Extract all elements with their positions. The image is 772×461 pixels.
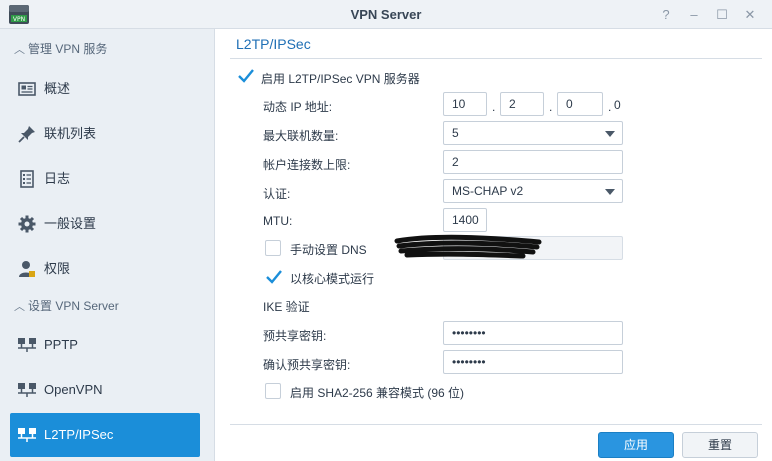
maximize-icon[interactable]: ☐ — [712, 5, 732, 25]
sidebar: ︿ 管理 VPN 服务 概述 联机列表 日志 一般设置 权限 ︿ 设置 VPN Se… — [0, 29, 215, 461]
close-icon[interactable]: ✕ — [740, 5, 760, 25]
minimize-icon[interactable]: – — [684, 5, 704, 25]
psk-confirm-label: 确认预共享密钥: — [263, 358, 351, 372]
sidebar-item-connection-list[interactable]: 联机列表 — [10, 112, 200, 156]
kernel-mode-checkbox[interactable] — [265, 268, 283, 286]
log-icon — [20, 170, 34, 188]
pin-icon — [18, 126, 35, 143]
enable-l2tp-checkbox[interactable] — [237, 67, 255, 85]
ip-separator: . — [549, 100, 553, 114]
section-setup-vpn-server[interactable]: ︿ 设置 VPN Server — [0, 288, 214, 324]
ip-octet-3-input[interactable]: 0 — [557, 92, 603, 116]
psk-label: 预共享密钥: — [263, 329, 327, 343]
manual-dns-checkbox[interactable] — [265, 240, 281, 256]
max-connections-label: 最大联机数量: — [263, 129, 339, 143]
chevron-down-icon — [605, 189, 615, 195]
sha2-compat-label: 启用 SHA2-256 兼容模式 (96 位) — [290, 386, 465, 400]
manual-dns-label: 手动设置 DNS — [290, 243, 367, 257]
gear-icon — [18, 215, 36, 233]
auth-label: 认证: — [263, 187, 291, 201]
enable-l2tp-label: 启用 L2TP/IPSec VPN 服务器 — [261, 72, 420, 86]
ip-separator: . — [608, 100, 612, 114]
auth-select[interactable]: MS-CHAP v2 — [443, 179, 623, 203]
collapse-caret-icon: ︿ — [14, 301, 25, 313]
user-icon — [19, 261, 35, 277]
overview-icon — [18, 82, 36, 96]
footer-divider — [230, 424, 762, 425]
sidebar-item-l2tp-ipsec[interactable]: L2TP/IPSec — [10, 413, 200, 457]
redacted-scribble — [394, 234, 542, 259]
ip-separator: . — [492, 100, 496, 114]
apply-button[interactable]: 应用 — [598, 432, 674, 458]
title-divider — [230, 58, 762, 59]
title-bar: VPN VPN Server ? – ☐ ✕ — [0, 0, 772, 29]
sidebar-item-general-settings[interactable]: 一般设置 — [10, 202, 200, 246]
ike-auth-heading: IKE 验证 — [263, 300, 310, 314]
psk-input[interactable]: •••••••• — [443, 321, 623, 345]
page-title: L2TP/IPSec — [236, 36, 311, 52]
psk-confirm-input[interactable]: •••••••• — [443, 350, 623, 374]
sidebar-item-log[interactable]: 日志 — [10, 157, 200, 201]
sidebar-item-openvpn[interactable]: OpenVPN — [10, 368, 200, 412]
account-limit-input[interactable]: 2 — [443, 150, 623, 174]
sidebar-item-pptp[interactable]: PPTP — [10, 323, 200, 367]
collapse-caret-icon: ︿ — [14, 44, 25, 56]
dynamic-ip-label: 动态 IP 地址: — [263, 100, 333, 114]
section-manage-vpn[interactable]: ︿ 管理 VPN 服务 — [0, 31, 214, 67]
network-icon — [18, 428, 36, 442]
chevron-down-icon — [605, 131, 615, 137]
help-icon[interactable]: ? — [656, 5, 676, 25]
network-icon — [18, 338, 36, 352]
max-connections-select[interactable]: 5 — [443, 121, 623, 145]
mtu-input[interactable]: 1400 — [443, 208, 487, 232]
sha2-compat-checkbox[interactable] — [265, 383, 281, 399]
mtu-label: MTU: — [263, 214, 293, 228]
sidebar-item-overview[interactable]: 概述 — [10, 67, 200, 111]
ip-octet-4-value: 0 — [614, 98, 621, 112]
ip-octet-2-input[interactable]: 2 — [500, 92, 544, 116]
ip-octet-1-input[interactable]: 10 — [443, 92, 487, 116]
kernel-mode-label: 以核心模式运行 — [290, 272, 375, 286]
account-limit-label: 帐户连接数上限: — [263, 158, 351, 172]
sidebar-item-permissions[interactable]: 权限 — [10, 247, 200, 291]
network-icon — [18, 383, 36, 397]
reset-button[interactable]: 重置 — [682, 432, 758, 458]
